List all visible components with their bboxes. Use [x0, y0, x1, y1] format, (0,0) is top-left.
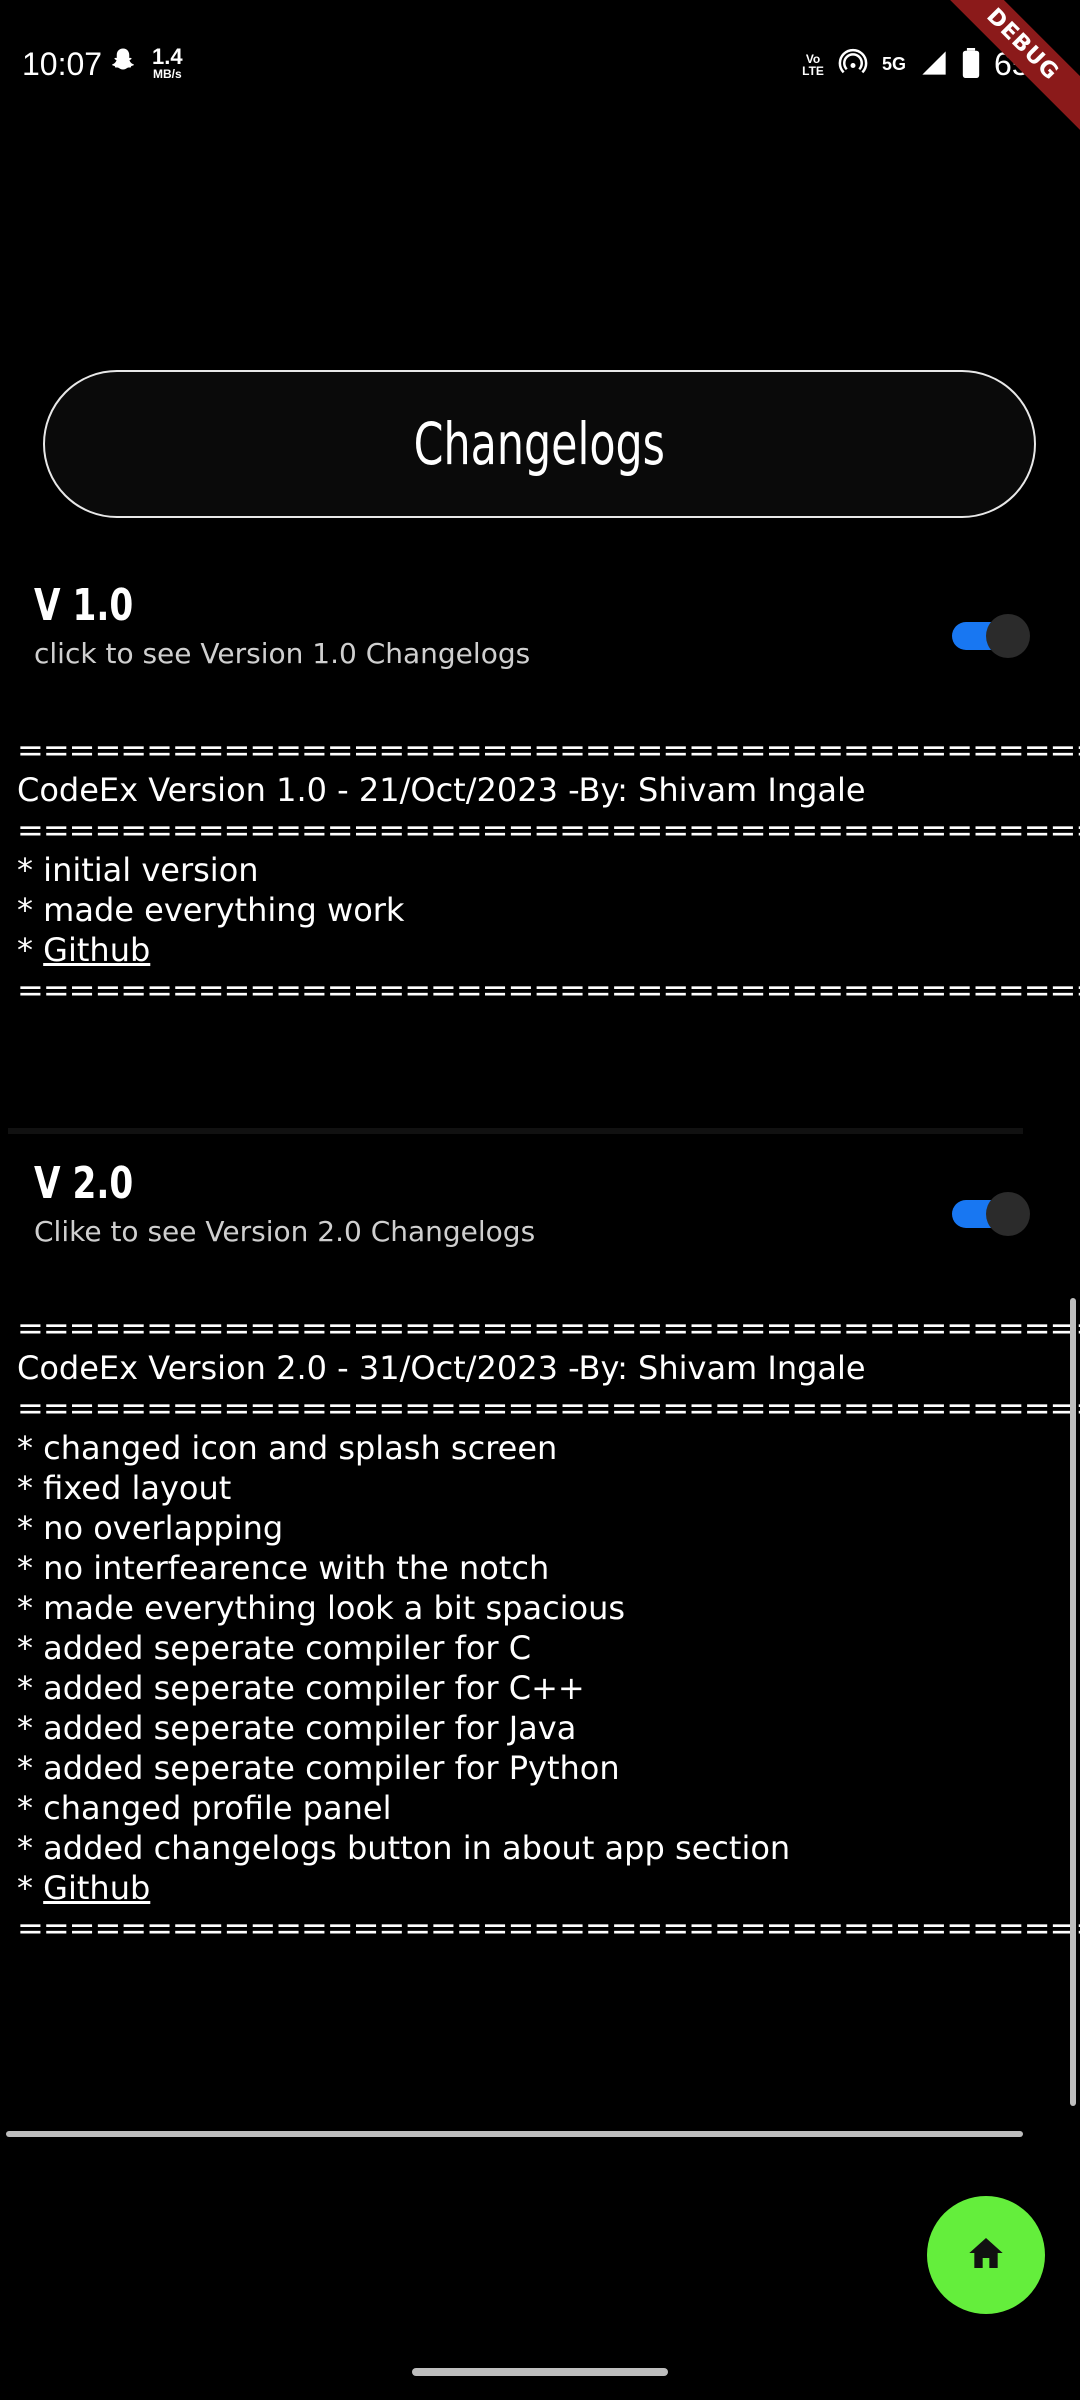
- version-2-title: V 2.0: [34, 1158, 134, 1209]
- volte-icon: Vo LTE: [802, 51, 824, 78]
- changelog-item: * added seperate compiler for Python: [17, 1749, 620, 1787]
- page-title-pill: Changelogs: [43, 370, 1036, 518]
- gesture-home-indicator[interactable]: [412, 2368, 668, 2376]
- signal-icon: [920, 49, 948, 81]
- battery-icon: [962, 47, 980, 82]
- version-1-changelog: ========================================…: [17, 730, 1080, 1010]
- section-divider: [6, 2131, 1023, 2137]
- github-link[interactable]: Github: [43, 931, 150, 969]
- scrollbar[interactable]: [1070, 1298, 1076, 2106]
- hotspot-icon: [838, 48, 868, 82]
- separator-line: ========================================…: [17, 1389, 1080, 1427]
- home-icon: [966, 2233, 1006, 2277]
- separator-line: ========================================…: [17, 1309, 1080, 1347]
- changelog-item: * initial version: [17, 851, 259, 889]
- github-link[interactable]: Github: [43, 1869, 150, 1907]
- home-button[interactable]: [927, 2196, 1045, 2314]
- version-1-toggle[interactable]: [952, 614, 1030, 658]
- version-1-subtitle: click to see Version 1.0 Changelogs: [34, 637, 531, 670]
- changelog-link-row: * Github: [17, 931, 151, 969]
- changelog-item: * made everything look a bit spacious: [17, 1589, 626, 1627]
- separator-line: ========================================…: [17, 731, 1080, 769]
- changelog-header: CodeEx Version 1.0 - 21/Oct/2023 -By: Sh…: [17, 771, 866, 809]
- version-1-title: V 1.0: [34, 580, 134, 631]
- changelog-item: * changed icon and splash screen: [17, 1429, 558, 1467]
- status-left-icons: 1.4 MB/s: [108, 46, 183, 80]
- network-5g-icon: 5G: [881, 54, 906, 74]
- status-time: 10:07: [22, 46, 103, 82]
- changelog-item: * added changelogs button in about app s…: [17, 1829, 791, 1867]
- changelog-item: * no overlapping: [17, 1509, 284, 1547]
- toggle-thumb: [986, 614, 1030, 658]
- separator-line: ========================================…: [17, 811, 1080, 849]
- section-divider: [8, 1128, 1023, 1134]
- changelog-item: * no interfearence with the notch: [17, 1549, 550, 1587]
- changelog-item: * made everything work: [17, 891, 405, 929]
- separator-line: ========================================…: [17, 971, 1080, 1009]
- page-title: Changelogs: [413, 410, 666, 478]
- snapchat-icon: [108, 46, 138, 80]
- network-speed: 1.4 MB/s: [152, 44, 183, 81]
- changelog-item: * added seperate compiler for C: [17, 1629, 532, 1667]
- changelog-header: CodeEx Version 2.0 - 31/Oct/2023 -By: Sh…: [17, 1349, 866, 1387]
- version-2-changelog: ========================================…: [17, 1308, 1080, 1948]
- version-2-header[interactable]: V 2.0 Clike to see Version 2.0 Changelog…: [34, 1158, 1034, 1248]
- changelog-link-row: * Github: [17, 1869, 151, 1907]
- version-2-subtitle: Clike to see Version 2.0 Changelogs: [34, 1215, 536, 1248]
- separator-line: ========================================…: [17, 1909, 1080, 1947]
- toggle-thumb: [986, 1192, 1030, 1236]
- changelog-item: * fixed layout: [17, 1469, 232, 1507]
- changelog-item: * added seperate compiler for C++: [17, 1669, 585, 1707]
- version-1-header[interactable]: V 1.0 click to see Version 1.0 Changelog…: [34, 580, 1034, 670]
- version-2-toggle[interactable]: [952, 1192, 1030, 1236]
- changelog-item: * changed profile panel: [17, 1789, 392, 1827]
- changelog-item: * added seperate compiler for Java: [17, 1709, 577, 1747]
- status-bar: 10:07 1.4 MB/s VoLTE 5G 65%: [0, 0, 1080, 130]
